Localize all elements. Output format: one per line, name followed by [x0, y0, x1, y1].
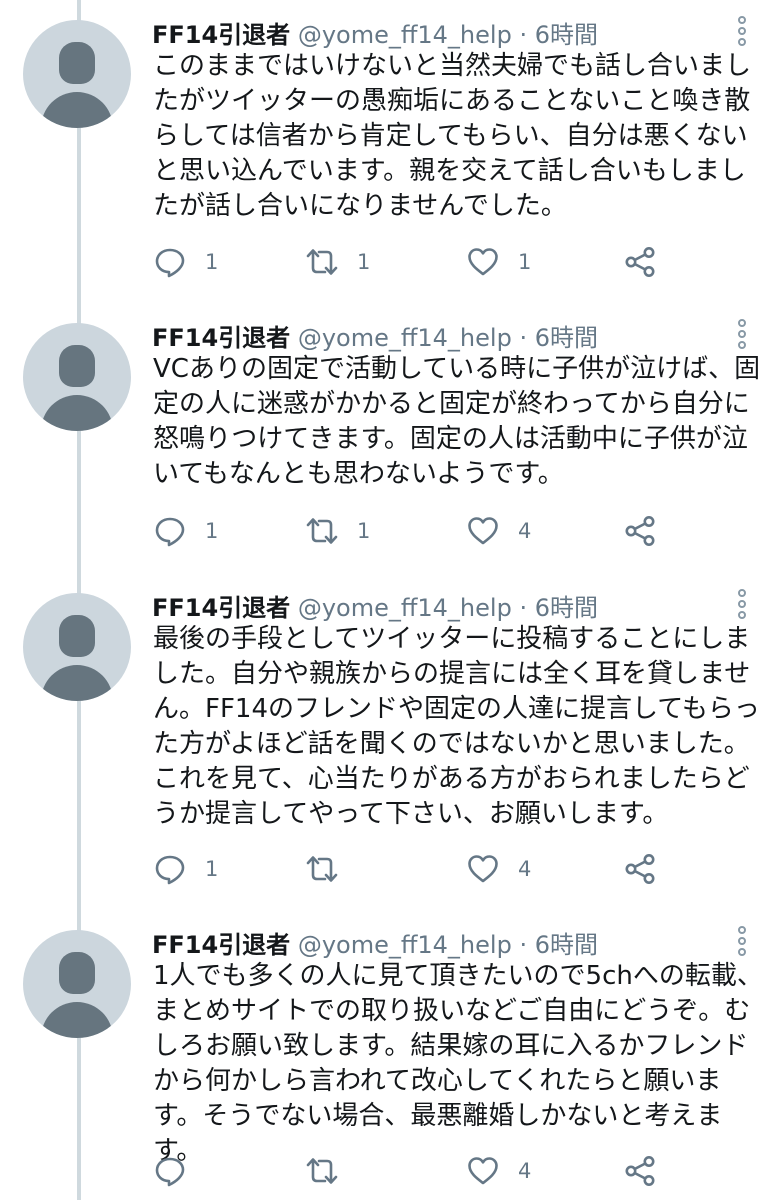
timestamp[interactable]: 6時間: [535, 21, 598, 49]
display-name[interactable]: FF14引退者: [152, 21, 290, 49]
retweet-icon: [306, 249, 338, 275]
more-options-icon[interactable]: [734, 14, 752, 50]
display-name[interactable]: FF14引退者: [152, 931, 290, 959]
avatar[interactable]: [23, 323, 131, 431]
like-button[interactable]: 4: [466, 1151, 531, 1191]
tweet-text: VCありの固定で活動している時に子供が泣けば、固定の人に迷惑がかかると固定が終わ…: [153, 354, 761, 489]
more-options-icon[interactable]: [734, 587, 752, 623]
tweet-actions: 4: [153, 1151, 673, 1191]
like-count: 4: [518, 1159, 532, 1183]
tweet-text: このままではいけないと当然夫婦でも話し合いましたがツイッターの愚痴垢にあることな…: [153, 51, 752, 221]
timestamp[interactable]: 6時間: [535, 931, 598, 959]
display-name[interactable]: FF14引退者: [152, 594, 290, 622]
heart-icon: [468, 855, 498, 883]
user-handle[interactable]: @yome_ff14_help: [298, 324, 512, 352]
reply-count: 1: [205, 519, 219, 543]
retweet-icon: [306, 856, 338, 882]
separator-dot: ·: [519, 931, 528, 959]
share-icon: [625, 854, 655, 884]
avatar[interactable]: [23, 20, 131, 128]
tweet-actions: 1 4: [153, 849, 673, 889]
like-count: 4: [518, 519, 532, 543]
reply-count: 1: [205, 857, 219, 881]
heart-icon: [468, 517, 498, 545]
retweet-button[interactable]: [305, 1151, 367, 1191]
share-icon: [625, 247, 655, 277]
reply-icon: [155, 517, 185, 547]
more-options-icon[interactable]: [734, 317, 752, 353]
avatar[interactable]: [23, 930, 131, 1038]
display-name[interactable]: FF14引退者: [152, 324, 290, 352]
reply-button[interactable]: 1: [153, 242, 218, 282]
tweet-header: FF14引退者 @yome_ff14_help · 6時間: [152, 590, 598, 626]
retweet-count: 1: [357, 519, 371, 543]
retweet-button[interactable]: 1: [305, 511, 370, 551]
like-button[interactable]: 4: [466, 511, 531, 551]
like-button[interactable]: 4: [466, 849, 531, 889]
user-handle[interactable]: @yome_ff14_help: [298, 594, 512, 622]
retweet-icon: [306, 518, 338, 544]
tweet-actions: 1 1 1: [153, 242, 673, 282]
timestamp[interactable]: 6時間: [535, 324, 598, 352]
share-icon: [625, 516, 655, 546]
like-count: 1: [518, 250, 532, 274]
retweet-icon: [306, 1158, 338, 1184]
tweet-header: FF14引退者 @yome_ff14_help · 6時間: [152, 927, 598, 963]
retweet-count: 1: [357, 250, 371, 274]
tweet-header: FF14引退者 @yome_ff14_help · 6時間: [152, 320, 598, 356]
reply-icon: [155, 855, 185, 885]
reply-icon: [155, 1157, 185, 1187]
more-options-icon[interactable]: [734, 924, 752, 960]
tweet-text: 最後の手段としてツイッターに投稿することにしました。自分や親族からの提言には全く…: [153, 624, 760, 829]
like-button[interactable]: 1: [466, 242, 531, 282]
share-button[interactable]: [623, 849, 657, 889]
tweet-header: FF14引退者 @yome_ff14_help · 6時間: [152, 17, 598, 53]
share-button[interactable]: [623, 242, 657, 282]
separator-dot: ·: [519, 324, 528, 352]
retweet-button[interactable]: [305, 849, 367, 889]
retweet-button[interactable]: 1: [305, 242, 370, 282]
separator-dot: ·: [519, 21, 528, 49]
reply-icon: [155, 248, 185, 278]
like-count: 4: [518, 857, 532, 881]
heart-icon: [468, 248, 498, 276]
timestamp[interactable]: 6時間: [535, 594, 598, 622]
share-button[interactable]: [623, 1151, 657, 1191]
tweet-text: 1人でも多くの人に見て頂きたいので5chへの転載、まとめサイトでの取り扱いなどご…: [153, 961, 763, 1166]
avatar[interactable]: [23, 593, 131, 701]
separator-dot: ·: [519, 594, 528, 622]
reply-button[interactable]: [153, 1151, 215, 1191]
reply-button[interactable]: 1: [153, 849, 218, 889]
reply-button[interactable]: 1: [153, 511, 218, 551]
heart-icon: [468, 1157, 498, 1185]
reply-count: 1: [205, 250, 219, 274]
user-handle[interactable]: @yome_ff14_help: [298, 21, 512, 49]
tweet-actions: 1 1 4: [153, 511, 673, 551]
share-button[interactable]: [623, 511, 657, 551]
user-handle[interactable]: @yome_ff14_help: [298, 931, 512, 959]
share-icon: [625, 1156, 655, 1186]
